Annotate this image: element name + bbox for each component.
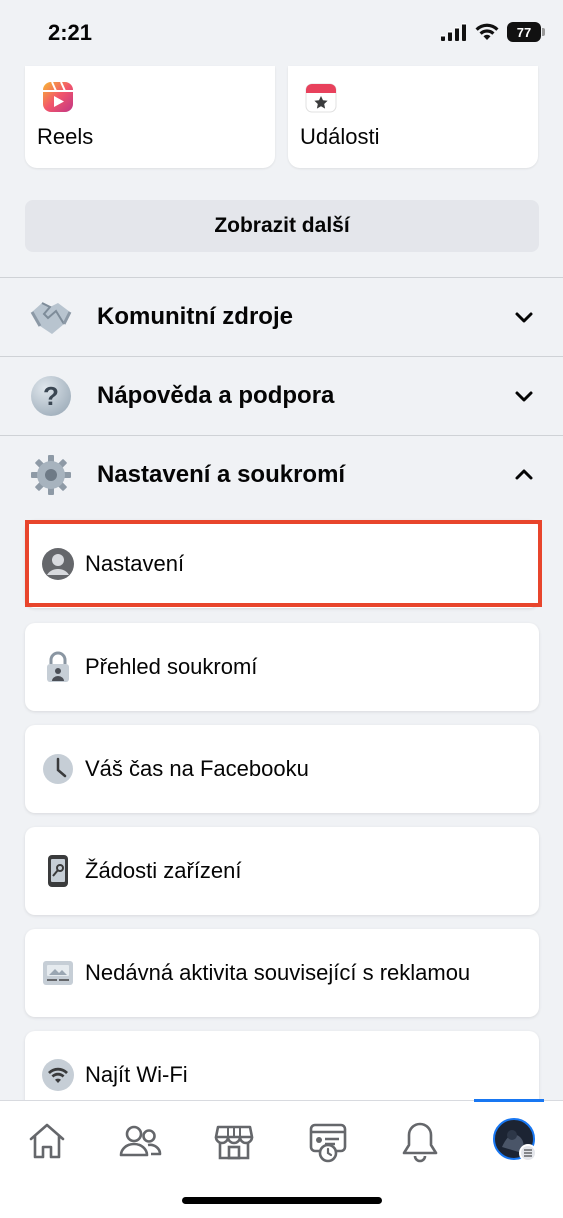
ad-activity-icon [41,956,75,990]
menu-avatar-icon[interactable] [492,1117,540,1165]
section-settings-privacy[interactable]: Nastavení a soukromí [0,435,563,514]
section-label: Nastavení a soukromí [97,461,346,488]
question-mark-icon: ? [28,373,74,419]
reels-icon [41,80,75,119]
section-community-resources[interactable]: Komunitní zdroje [0,277,563,356]
memories-icon[interactable] [306,1119,350,1163]
shortcut-label: Reels [37,124,94,149]
status-bar: 2:21 77 [0,0,563,66]
wifi-status-icon [475,23,499,40]
active-tab-indicator [474,1099,544,1102]
notifications-icon[interactable] [398,1119,442,1163]
events-calendar-icon [304,80,338,119]
show-more-button[interactable]: Zobrazit další [25,200,539,252]
shortcut-reels[interactable]: Reels [25,66,275,168]
shortcut-events[interactable]: Události [288,66,538,168]
marketplace-icon[interactable] [212,1119,256,1163]
home-icon[interactable] [25,1119,69,1163]
menu-item-label: Žádosti zařízení [85,858,242,883]
menu-item-label: Najít Wi-Fi [85,1062,188,1087]
lock-icon [41,650,75,684]
shortcut-label: Události [300,124,380,149]
status-icons: 77 [441,22,545,42]
wifi-icon [41,1058,75,1092]
menu-item-privacy-checkup[interactable]: Přehled soukromí [25,623,539,711]
menu-item-device-requests[interactable]: Žádosti zařízení [25,827,539,915]
friends-icon[interactable] [118,1119,162,1163]
menu-item-label: Nastavení [85,551,185,576]
profile-icon [41,547,75,581]
section-help-support[interactable]: ? Nápověda a podpora [0,356,563,435]
svg-text:?: ? [43,381,59,411]
status-time: 2:21 [48,20,93,45]
chevron-down-icon [515,391,533,402]
section-label: Komunitní zdroje [97,303,293,330]
chevron-down-icon [515,312,533,323]
phone-key-icon [41,854,75,888]
menu-item-label: Váš čas na Facebooku [85,756,309,781]
section-label: Nápověda a podpora [97,382,335,409]
menu-item-label: Nedávná aktivita související s reklamou [85,960,471,985]
menu-item-your-time[interactable]: Váš čas na Facebooku [25,725,539,813]
home-indicator[interactable] [182,1197,382,1204]
chevron-up-icon [515,469,533,480]
handshake-icon [28,294,74,340]
cellular-signal-icon [441,23,466,41]
menu-item-label: Přehled soukromí [85,654,258,679]
menu-item-recent-ad-activity[interactable]: Nedávná aktivita související s reklamou [25,929,539,1017]
clock-icon [41,752,75,786]
menu-item-settings[interactable]: Nastavení [25,520,539,608]
gear-icon [28,452,74,498]
battery-level: 77 [516,24,532,40]
battery-indicator: 77 [507,22,545,42]
